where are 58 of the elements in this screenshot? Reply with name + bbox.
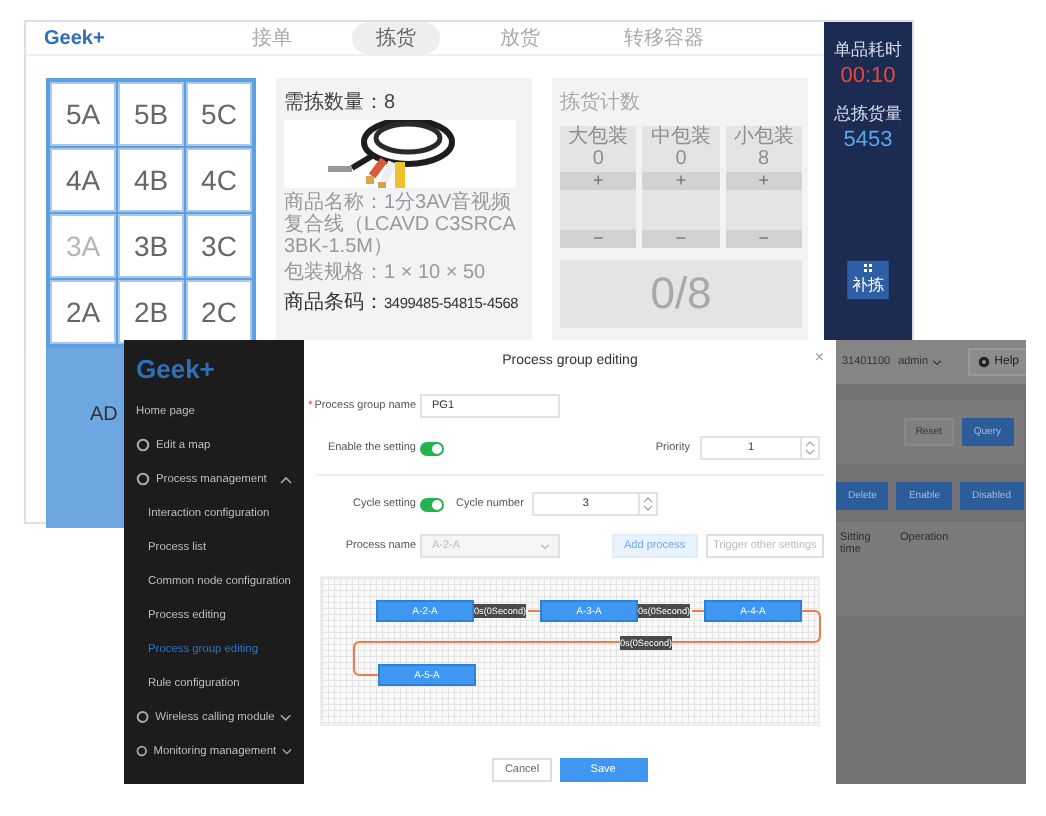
menu-item-icon bbox=[136, 472, 150, 486]
pack-name: 小包装 bbox=[733, 128, 794, 149]
pack-name: 大包装 bbox=[568, 128, 629, 149]
count-area bbox=[642, 190, 720, 230]
count-area bbox=[725, 190, 802, 230]
spinner-icon bbox=[637, 494, 656, 514]
pack-count: 0 bbox=[675, 149, 687, 170]
plus-button[interactable]: + bbox=[642, 172, 720, 190]
minus-button[interactable]: − bbox=[725, 230, 802, 248]
slot-cell[interactable]: 3C bbox=[186, 214, 252, 278]
plus-button[interactable]: + bbox=[560, 172, 637, 190]
toggle-switch[interactable] bbox=[420, 497, 444, 511]
spec-label: 包装规格： bbox=[284, 261, 384, 284]
caret-icon bbox=[932, 359, 943, 365]
logo: Geek+ bbox=[134, 354, 217, 388]
caret-icon bbox=[540, 543, 550, 549]
stat-label: 单品耗时 bbox=[834, 39, 902, 62]
plus-button[interactable]: + bbox=[725, 172, 802, 190]
slot-cell[interactable]: 2A bbox=[50, 280, 116, 344]
pack-count: 8 bbox=[758, 149, 770, 170]
progress-count: 0/8 bbox=[650, 268, 712, 320]
slot-cell[interactable]: 2C bbox=[186, 280, 252, 344]
chevron-icon bbox=[282, 747, 292, 755]
pack-name: 中包装 bbox=[650, 128, 711, 149]
chevron-icon bbox=[280, 713, 292, 721]
gear-icon bbox=[978, 356, 991, 368]
spec-value: 1 × 10 × 50 bbox=[384, 261, 486, 284]
slot-cell[interactable]: 2B bbox=[118, 280, 184, 344]
stat-value: 5453 bbox=[843, 128, 893, 152]
slot-cell[interactable]: 4C bbox=[186, 148, 252, 212]
minus-button[interactable]: − bbox=[642, 230, 720, 248]
minus-button[interactable]: − bbox=[560, 230, 637, 248]
tab[interactable]: 拣货 bbox=[352, 22, 440, 54]
chevron-icon bbox=[280, 475, 292, 483]
slot-cell[interactable]: 4B bbox=[118, 148, 184, 212]
slot-cell[interactable]: 3B bbox=[118, 214, 184, 278]
quantity-label: 需拣数量：8 bbox=[284, 89, 398, 116]
side-button[interactable]: 补拣 bbox=[847, 260, 889, 300]
logo: Geek+ bbox=[44, 27, 107, 49]
stat-value: 00:10 bbox=[840, 64, 896, 88]
pack-count: 0 bbox=[592, 149, 604, 170]
count-title: 拣货计数 bbox=[560, 89, 642, 116]
menu-item-icon bbox=[136, 744, 148, 758]
close-icon[interactable]: × bbox=[814, 348, 824, 366]
grid-icon bbox=[861, 264, 875, 272]
product-name: 商品名称：1分3AV音视频复合线（LCAVD C3SRCA3BK-1.5M） bbox=[284, 192, 518, 260]
count-area bbox=[560, 190, 637, 230]
toggle-switch[interactable] bbox=[420, 441, 444, 455]
slot-cell[interactable]: 5B bbox=[118, 82, 184, 146]
slot-cell[interactable]: 5C bbox=[186, 82, 252, 146]
slot-panel-text: AD bbox=[90, 404, 118, 426]
spinner-icon bbox=[800, 438, 818, 458]
menu-item-icon bbox=[136, 438, 150, 452]
slot-cell[interactable]: 4A bbox=[50, 148, 116, 212]
menu-item-icon bbox=[136, 710, 150, 724]
barcode-label: 商品条码： bbox=[284, 289, 384, 316]
stat-label: 总拣货量 bbox=[834, 103, 902, 126]
slot-cell[interactable]: 5A bbox=[50, 82, 116, 146]
